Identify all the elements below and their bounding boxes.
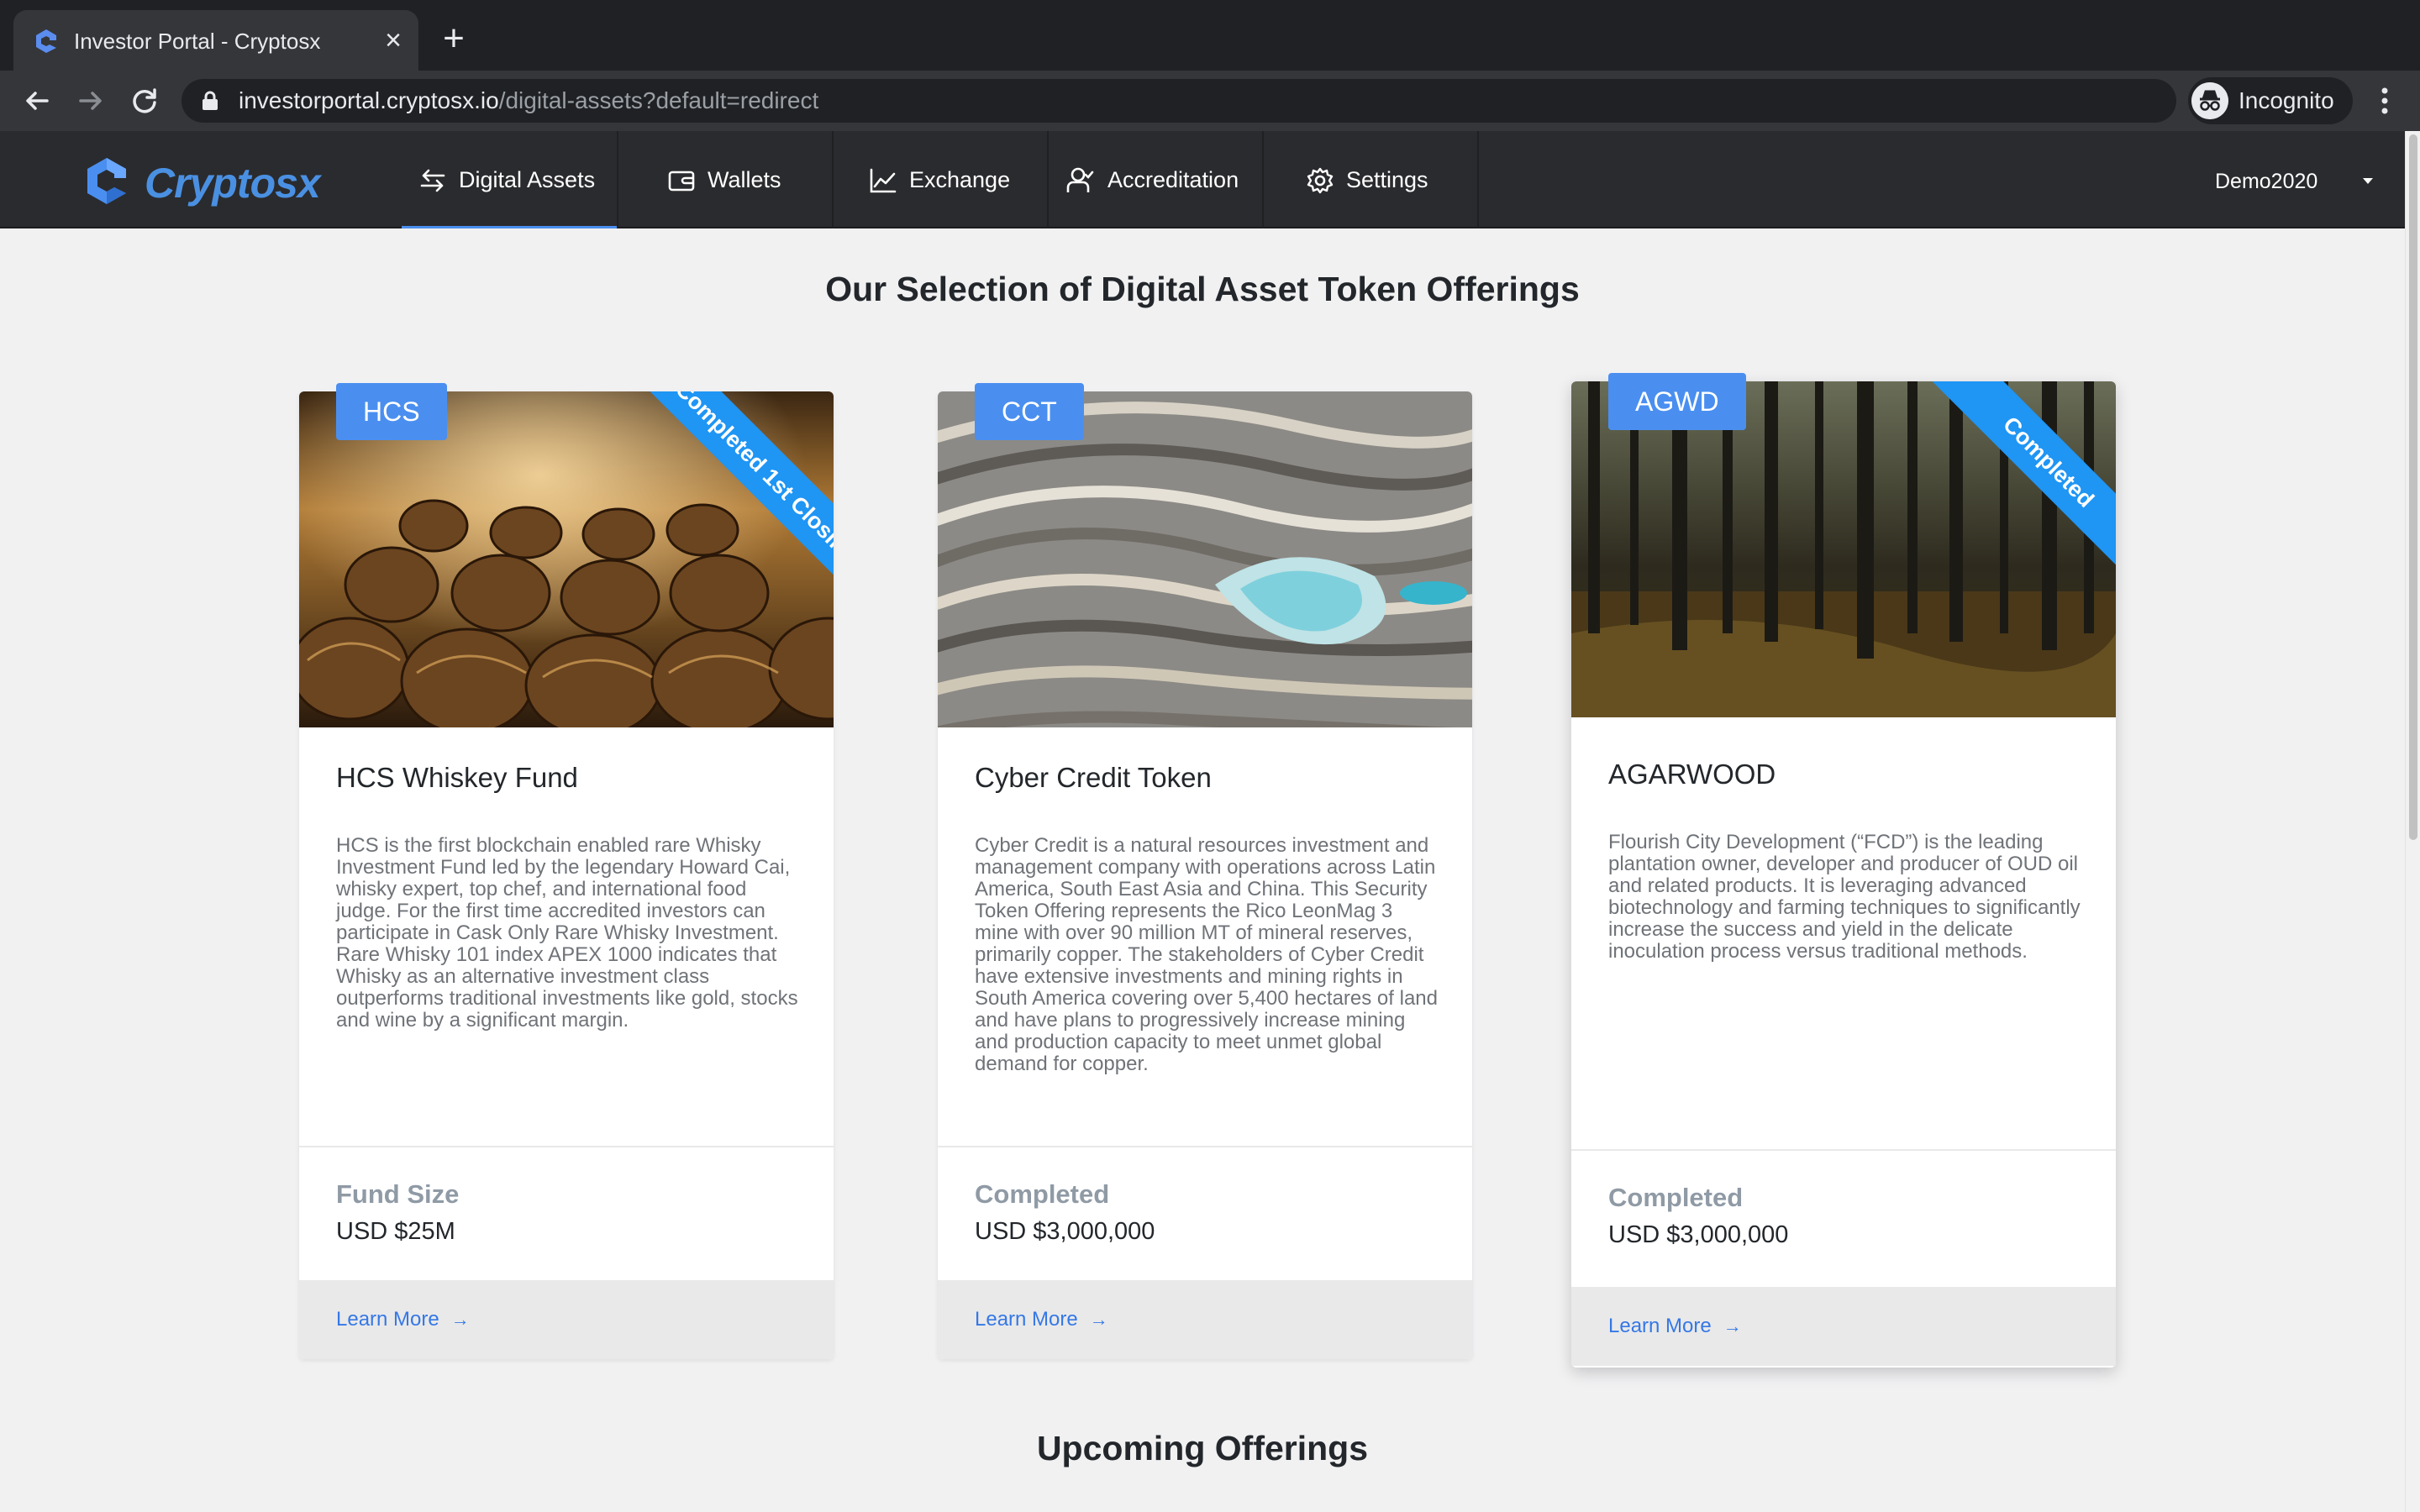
ticker-badge: HCS bbox=[336, 383, 447, 440]
nav-label: Accreditation bbox=[1107, 167, 1239, 192]
ticker-badge: AGWD bbox=[1608, 373, 1746, 430]
learn-more-label: Learn More bbox=[336, 1308, 439, 1331]
forward-arrow-icon[interactable] bbox=[72, 82, 109, 119]
stat-value: USD $3,000,000 bbox=[1608, 1221, 1789, 1248]
arrow-right-icon: → bbox=[1723, 1315, 1742, 1336]
user-check-icon bbox=[1066, 167, 1094, 192]
more-options-icon[interactable] bbox=[2370, 82, 2400, 119]
offering-description: Flourish City Development (“FCD”) is the… bbox=[1608, 831, 2081, 963]
app-header: Cryptosx Digital Assets Wallets Exchange… bbox=[0, 131, 2405, 228]
offering-name: Cyber Credit Token bbox=[975, 762, 1212, 793]
tab-close-icon[interactable]: × bbox=[376, 24, 410, 57]
tab-title: Investor Portal - Cryptosx bbox=[74, 29, 321, 54]
card-footer: Learn More → bbox=[938, 1280, 1472, 1359]
ticker-badge: CCT bbox=[975, 383, 1084, 440]
incognito-label: Incognito bbox=[2238, 87, 2334, 113]
learn-more-label: Learn More bbox=[975, 1308, 1078, 1331]
upcoming-offerings-title: Upcoming Offerings bbox=[1036, 1429, 1369, 1467]
nav-settings[interactable]: Settings bbox=[1264, 131, 1479, 228]
browser-tab[interactable]: Investor Portal - Cryptosx × bbox=[13, 10, 418, 71]
offering-stat: Fund Size USD $25M bbox=[299, 1146, 834, 1280]
url-host: investorportal.cryptosx.io bbox=[239, 87, 499, 113]
address-bar[interactable]: investorportal.cryptosx.io/digital-asset… bbox=[182, 79, 2333, 123]
nav-digital-assets[interactable]: Digital Assets bbox=[402, 131, 618, 228]
gear-icon bbox=[1307, 167, 1334, 194]
learn-more-label: Learn More bbox=[1608, 1315, 1712, 1337]
offering-stat: Completed USD $3,000,000 bbox=[938, 1146, 1472, 1280]
browser-tabstrip: Investor Portal - Cryptosx × + bbox=[0, 0, 2420, 71]
user-name: Demo2020 bbox=[2215, 170, 2318, 193]
arrow-right-icon: → bbox=[450, 1309, 470, 1330]
cryptosx-favicon-icon bbox=[36, 29, 56, 53]
chart-line-icon bbox=[870, 168, 897, 193]
stat-label: Fund Size bbox=[336, 1179, 460, 1209]
logo-text: Cryptosx bbox=[145, 160, 321, 207]
card-footer: Learn More → bbox=[1571, 1287, 2116, 1366]
learn-more-link[interactable]: Learn More → bbox=[336, 1305, 470, 1334]
incognito-icon bbox=[2191, 82, 2228, 119]
offering-description: HCS is the first blockchain enabled rare… bbox=[336, 834, 798, 1032]
nav-label: Digital Assets bbox=[459, 167, 596, 192]
stat-value: USD $25M bbox=[336, 1218, 455, 1245]
offering-name: AGARWOOD bbox=[1608, 759, 1776, 790]
cryptosx-logo-icon bbox=[87, 158, 126, 204]
stat-value: USD $3,000,000 bbox=[975, 1218, 1155, 1245]
offering-description: Cyber Credit is a natural resources inve… bbox=[975, 834, 1438, 1075]
lock-icon[interactable] bbox=[202, 91, 218, 111]
page-title: Our Selection of Digital Asset Token Off… bbox=[825, 270, 1580, 308]
offering-name: HCS Whiskey Fund bbox=[336, 762, 578, 793]
incognito-indicator[interactable]: Incognito bbox=[2188, 77, 2353, 124]
page-scrollbar[interactable] bbox=[2405, 131, 2420, 1512]
scrollbar-thumb[interactable] bbox=[2409, 134, 2417, 840]
url-text[interactable]: investorportal.cryptosx.io/digital-asset… bbox=[239, 86, 818, 116]
learn-more-link[interactable]: Learn More → bbox=[975, 1305, 1108, 1334]
offering-card-hcs: Completed 1st Closing HCS Whiskey Fund H… bbox=[299, 391, 834, 1359]
nav-wallets[interactable]: Wallets bbox=[618, 131, 834, 228]
url-path: /digital-assets?default=redirect bbox=[498, 87, 819, 113]
nav-label: Settings bbox=[1346, 167, 1428, 192]
arrow-right-icon: → bbox=[1089, 1309, 1108, 1330]
back-arrow-icon[interactable] bbox=[18, 82, 55, 119]
swap-arrows-icon bbox=[420, 169, 445, 192]
nav-label: Exchange bbox=[909, 167, 1011, 192]
stat-label: Completed bbox=[975, 1179, 1110, 1209]
card-footer: Learn More → bbox=[299, 1280, 834, 1359]
nav-label: Wallets bbox=[708, 167, 781, 192]
reload-icon[interactable] bbox=[126, 82, 163, 119]
browser-toolbar: investorportal.cryptosx.io/digital-asset… bbox=[0, 71, 2420, 131]
cryptosx-logo[interactable]: Cryptosx bbox=[81, 155, 333, 210]
learn-more-link[interactable]: Learn More → bbox=[1608, 1312, 1742, 1341]
wallet-icon bbox=[668, 171, 695, 192]
offering-card-cct: Cyber Credit Token Cyber Credit is a nat… bbox=[938, 391, 1472, 1359]
stat-label: Completed bbox=[1608, 1183, 1744, 1212]
chevron-down-icon bbox=[2363, 178, 2373, 184]
nav-exchange[interactable]: Exchange bbox=[834, 131, 1049, 228]
open-pit-mine-image bbox=[938, 391, 1472, 727]
offering-stat: Completed USD $3,000,000 bbox=[1571, 1149, 2116, 1284]
new-tab-icon[interactable]: + bbox=[435, 20, 472, 59]
offering-card-agwd: Completed AGARWOOD Flourish City Develop… bbox=[1571, 381, 2116, 1368]
nav-accreditation[interactable]: Accreditation bbox=[1049, 131, 1264, 228]
